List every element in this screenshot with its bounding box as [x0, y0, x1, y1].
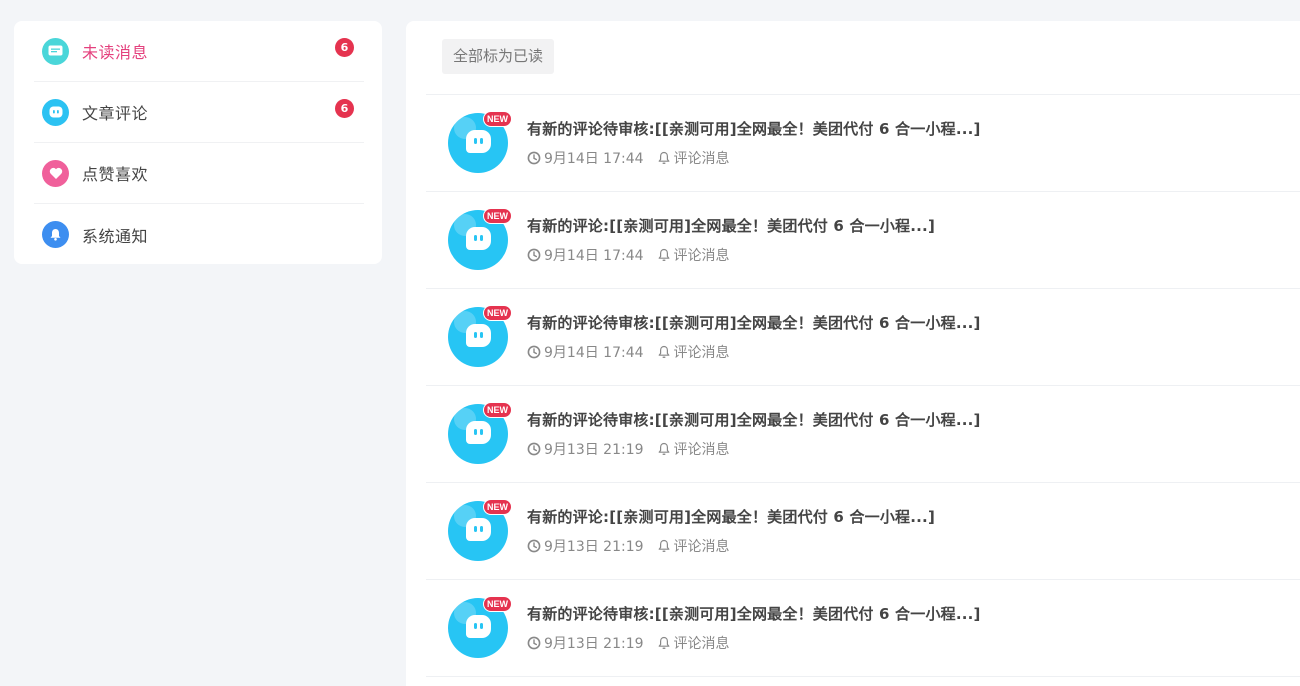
bell-outline-icon	[657, 345, 671, 359]
message-meta: 9月13日 21:19 评论消息	[527, 633, 981, 653]
heart-icon	[42, 159, 69, 187]
comment-avatar-icon: NEW	[448, 402, 512, 464]
new-badge: NEW	[483, 499, 512, 515]
sidebar-item-system[interactable]: 系统通知	[34, 204, 364, 265]
new-badge: NEW	[483, 208, 512, 224]
sidebar-item-label: 未读消息	[82, 43, 149, 62]
comment-avatar-icon: NEW	[448, 305, 512, 367]
clock-icon	[527, 539, 541, 553]
message-title: 有新的评论待审核:[[亲测可用]全网最全！美团代付 6 合一小程...]	[527, 605, 981, 623]
message-time: 9月13日 21:19	[544, 636, 644, 652]
new-badge: NEW	[483, 305, 512, 321]
sidebar-item-label: 文章评论	[82, 104, 149, 123]
message-title: 有新的评论:[[亲测可用]全网最全！美团代付 6 合一小程...]	[527, 508, 935, 526]
message-meta: 9月13日 21:19 评论消息	[527, 536, 935, 556]
message-meta: 9月13日 21:19 评论消息	[527, 439, 981, 459]
bell-outline-icon	[657, 636, 671, 650]
comment-count-badge: 6	[335, 99, 354, 118]
message-title: 有新的评论:[[亲测可用]全网最全！美团代付 6 合一小程...]	[527, 217, 935, 235]
bell-outline-icon	[657, 539, 671, 553]
sidebar-item-comments[interactable]: 文章评论 6	[34, 82, 364, 143]
clock-icon	[527, 345, 541, 359]
bell-outline-icon	[657, 248, 671, 262]
new-badge: NEW	[483, 111, 512, 127]
message-list: NEW 有新的评论待审核:[[亲测可用]全网最全！美团代付 6 合一小程...]…	[406, 95, 1300, 677]
message-item[interactable]: NEW 有新的评论:[[亲测可用]全网最全！美团代付 6 合一小程...] 9月…	[426, 192, 1300, 289]
message-category: 评论消息	[673, 151, 730, 167]
comment-icon	[42, 98, 69, 126]
message-category: 评论消息	[673, 636, 730, 652]
comment-avatar-icon: NEW	[448, 111, 512, 173]
bell-outline-icon	[657, 442, 671, 456]
message-meta: 9月14日 17:44 评论消息	[527, 148, 981, 168]
message-meta: 9月14日 17:44 评论消息	[527, 342, 981, 362]
message-item[interactable]: NEW 有新的评论待审核:[[亲测可用]全网最全！美团代付 6 合一小程...]…	[426, 580, 1300, 677]
message-sidebar: 未读消息 6 文章评论 6 点赞喜欢 系统通知	[14, 21, 382, 264]
comment-avatar-icon: NEW	[448, 208, 512, 270]
message-list-panel: 全部标为已读 NEW 有新的评论待审核:[[亲测可用]全网最全！美团代付 6 合…	[406, 21, 1300, 686]
message-title: 有新的评论待审核:[[亲测可用]全网最全！美团代付 6 合一小程...]	[527, 120, 981, 138]
comment-avatar-icon: NEW	[448, 499, 512, 561]
comment-avatar-icon: NEW	[448, 596, 512, 658]
sidebar-item-unread[interactable]: 未读消息 6	[34, 21, 364, 82]
clock-icon	[527, 442, 541, 456]
clock-icon	[527, 248, 541, 262]
message-meta: 9月14日 17:44 评论消息	[527, 245, 935, 265]
clock-icon	[527, 636, 541, 650]
message-title: 有新的评论待审核:[[亲测可用]全网最全！美团代付 6 合一小程...]	[527, 411, 981, 429]
message-title: 有新的评论待审核:[[亲测可用]全网最全！美团代付 6 合一小程...]	[527, 314, 981, 332]
new-badge: NEW	[483, 402, 512, 418]
message-item[interactable]: NEW 有新的评论待审核:[[亲测可用]全网最全！美团代付 6 合一小程...]…	[426, 289, 1300, 386]
message-category: 评论消息	[673, 248, 730, 264]
message-time: 9月13日 21:19	[544, 442, 644, 458]
sidebar-item-label: 点赞喜欢	[82, 165, 149, 184]
unread-message-icon	[42, 37, 69, 65]
message-category: 评论消息	[673, 442, 730, 458]
sidebar-item-label: 系统通知	[82, 226, 149, 246]
message-item[interactable]: NEW 有新的评论待审核:[[亲测可用]全网最全！美团代付 6 合一小程...]…	[426, 386, 1300, 483]
message-time: 9月13日 21:19	[544, 539, 644, 555]
message-toolbar: 全部标为已读	[426, 21, 1300, 95]
sidebar-item-likes[interactable]: 点赞喜欢	[34, 143, 364, 204]
message-category: 评论消息	[673, 345, 730, 361]
message-time: 9月14日 17:44	[544, 151, 644, 167]
message-item[interactable]: NEW 有新的评论:[[亲测可用]全网最全！美团代付 6 合一小程...] 9月…	[426, 483, 1300, 580]
message-category: 评论消息	[673, 539, 730, 555]
new-badge: NEW	[483, 596, 512, 612]
bell-icon	[42, 221, 69, 248]
bell-outline-icon	[657, 151, 671, 165]
clock-icon	[527, 151, 541, 165]
message-item[interactable]: NEW 有新的评论待审核:[[亲测可用]全网最全！美团代付 6 合一小程...]…	[426, 95, 1300, 192]
message-time: 9月14日 17:44	[544, 345, 644, 361]
mark-all-read-button[interactable]: 全部标为已读	[442, 39, 555, 74]
unread-count-badge: 6	[335, 38, 354, 57]
message-time: 9月14日 17:44	[544, 248, 644, 264]
